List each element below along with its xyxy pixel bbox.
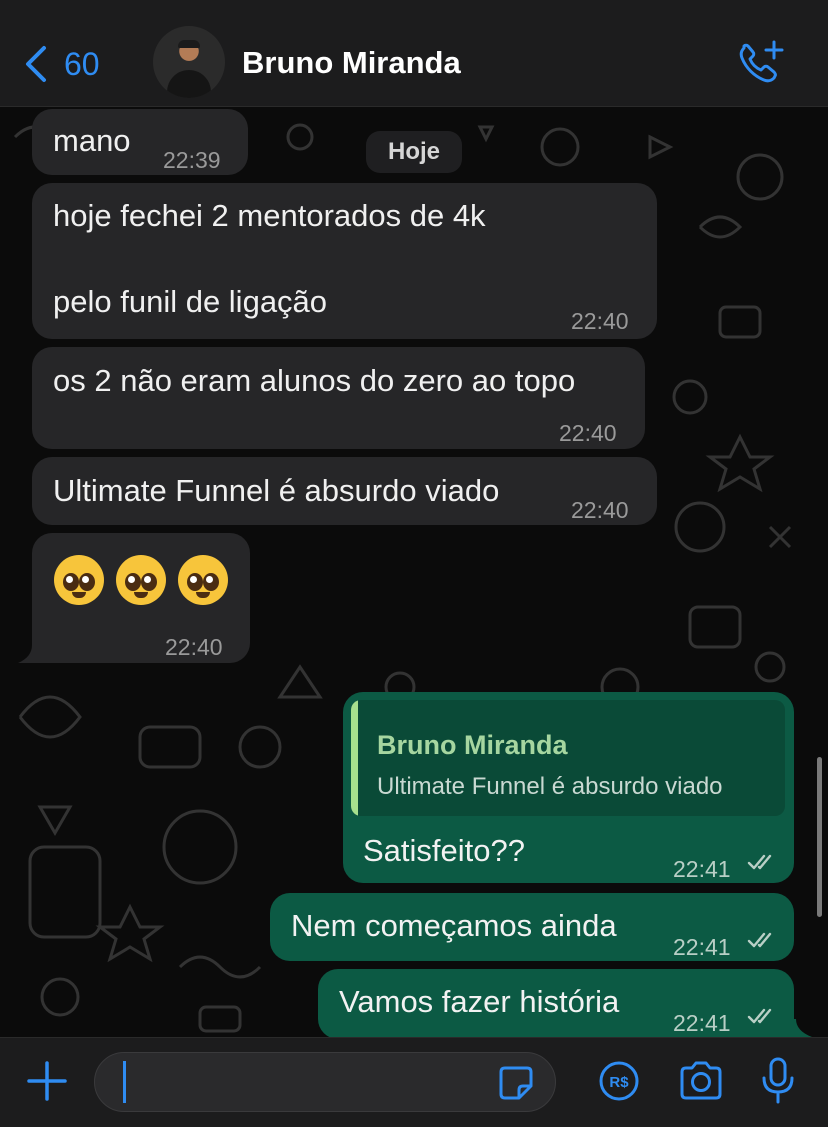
- read-receipt-icon: [747, 854, 772, 870]
- sticker-icon: [499, 1066, 533, 1100]
- message-bubble-outgoing[interactable]: Nem começamos ainda 22:41: [270, 893, 794, 961]
- message-time: 22:40: [571, 497, 629, 523]
- pleading-face-emoji: [116, 555, 166, 605]
- read-receipt-icon: [747, 1008, 772, 1024]
- quote-accent-bar: [351, 700, 358, 816]
- message-time: 22:39: [163, 147, 221, 173]
- pleading-face-emoji: [54, 555, 104, 605]
- message-input-field[interactable]: [94, 1052, 556, 1112]
- message-bubble-outgoing[interactable]: Bruno Miranda Ultimate Funnel é absurdo …: [343, 692, 794, 883]
- contact-name[interactable]: Bruno Miranda: [242, 45, 461, 81]
- avatar-hair: [178, 40, 200, 48]
- quoted-message-text: Ultimate Funnel é absurdo viado: [377, 773, 723, 800]
- add-call-button[interactable]: [734, 38, 786, 86]
- microphone-icon: [762, 1057, 794, 1104]
- message-text: Ultimate Funnel é absurdo viado: [53, 473, 500, 508]
- bubble-tail-outgoing: [790, 1019, 812, 1037]
- message-text: mano: [53, 123, 131, 158]
- message-text-line: pelo funil de ligação: [53, 284, 328, 319]
- bubble-tail-incoming: [18, 645, 38, 663]
- microphone-button[interactable]: [760, 1056, 796, 1106]
- message-list[interactable]: Hoje mano 22:39 hoje fechei 2 mentorados…: [0, 107, 828, 1037]
- read-receipt-icon: [747, 932, 772, 948]
- message-time: 22:41: [673, 1010, 731, 1036]
- message-bubble-incoming[interactable]: mano 22:39: [32, 109, 248, 175]
- message-bubble-incoming[interactable]: 22:40: [32, 533, 250, 663]
- message-bubble-incoming[interactable]: hoje fechei 2 mentorados de 4k pelo funi…: [32, 183, 657, 339]
- phone-add-icon: [739, 40, 784, 83]
- chat-header: 60 Bruno Miranda: [0, 0, 828, 107]
- message-text: Nem começamos ainda: [291, 908, 617, 943]
- chevron-left-icon: [26, 46, 46, 82]
- attach-button[interactable]: [26, 1060, 68, 1102]
- quoted-sender-name: Bruno Miranda: [377, 730, 568, 760]
- message-time: 22:40: [559, 420, 617, 446]
- message-text-line: hoje fechei 2 mentorados de 4k: [53, 198, 486, 233]
- message-time: 22:40: [165, 634, 223, 660]
- message-time: 22:41: [673, 856, 731, 882]
- payment-button[interactable]: R$: [598, 1060, 640, 1102]
- message-bubble-outgoing[interactable]: Vamos fazer história 22:41: [318, 969, 794, 1037]
- scrollbar[interactable]: [817, 757, 822, 917]
- compose-bar: R$: [0, 1037, 828, 1127]
- svg-text:R$: R$: [609, 1074, 629, 1091]
- avatar-shirt: [167, 70, 211, 98]
- message-bubble-incoming[interactable]: Ultimate Funnel é absurdo viado 22:40: [32, 457, 657, 525]
- back-button[interactable]: 60: [22, 40, 100, 88]
- unread-count: 60: [64, 45, 100, 82]
- day-separator: Hoje: [366, 131, 462, 173]
- payment-icon: R$: [599, 1061, 639, 1101]
- pleading-face-emoji: [178, 555, 228, 605]
- message-time: 22:41: [673, 934, 731, 960]
- sticker-button[interactable]: [497, 1064, 535, 1102]
- camera-button[interactable]: [678, 1060, 724, 1102]
- message-text: Vamos fazer história: [339, 984, 620, 1019]
- camera-icon: [680, 1061, 722, 1100]
- message-bubble-incoming[interactable]: os 2 não eram alunos do zero ao topo 22:…: [32, 347, 645, 449]
- quoted-message[interactable]: Bruno Miranda Ultimate Funnel é absurdo …: [351, 700, 785, 816]
- message-text: Satisfeito??: [363, 833, 525, 868]
- message-text: os 2 não eram alunos do zero ao topo: [53, 363, 576, 398]
- message-input[interactable]: [125, 1061, 489, 1105]
- avatar[interactable]: [153, 26, 225, 98]
- message-time: 22:40: [571, 308, 629, 334]
- plus-icon: [27, 1061, 67, 1101]
